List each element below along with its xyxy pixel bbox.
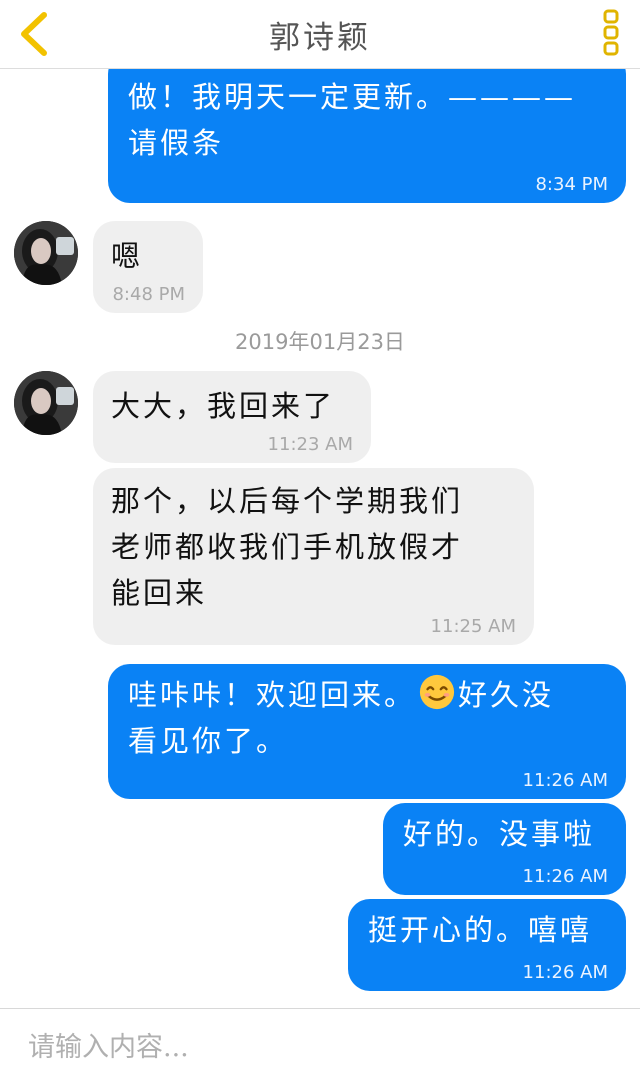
- message-input[interactable]: [28, 1027, 608, 1067]
- message-time: 11:26 AM: [522, 770, 608, 791]
- message-time: 11:23 AM: [267, 434, 353, 455]
- more-options-button[interactable]: [598, 8, 626, 58]
- message-time: 11:26 AM: [522, 962, 608, 983]
- message-time: 11:26 AM: [522, 866, 608, 887]
- contact-avatar[interactable]: [14, 371, 78, 435]
- message-text: 嗯: [111, 239, 144, 273]
- contact-avatar[interactable]: [14, 221, 78, 285]
- avatar-image: [14, 221, 78, 285]
- message-time: 8:34 PM: [535, 174, 608, 195]
- message-bubble-outgoing[interactable]: 做！我明天一定更新。———— 请假条 8:34 PM: [108, 52, 626, 203]
- message-time: 8:48 PM: [112, 284, 185, 305]
- message-bubble-outgoing[interactable]: 哇咔咔！欢迎回来。 好久没 看见你了。 11:26 AM: [108, 664, 626, 799]
- message-text: 好的。没事啦: [403, 817, 596, 851]
- message-input-bar: [0, 1008, 640, 1067]
- message-text: 哇咔咔！欢迎回来。 好久没 看见你了。: [128, 672, 606, 764]
- message-time: 11:25 AM: [430, 616, 516, 637]
- message-text: 那个，以后每个学期我们 老师都收我们手机放假才 能回来: [111, 484, 464, 610]
- message-text: 做！我明天一定更新。———— 请假条: [128, 80, 577, 160]
- chat-header: 郭诗颖: [0, 0, 640, 69]
- avatar-image: [14, 371, 78, 435]
- message-text: 挺开心的。嘻嘻: [368, 913, 593, 947]
- message-bubble-incoming[interactable]: 嗯 8:48 PM: [93, 221, 203, 313]
- smiling-face-emoji: [419, 674, 455, 710]
- more-vertical-icon: [603, 9, 619, 56]
- contact-name: 郭诗颖: [269, 20, 371, 56]
- message-bubble-incoming[interactable]: 那个，以后每个学期我们 老师都收我们手机放假才 能回来 11:25 AM: [93, 468, 534, 645]
- date-separator: 2019年01月23日: [235, 330, 405, 354]
- message-text: 大大，我回来了: [111, 389, 336, 423]
- message-bubble-outgoing[interactable]: 好的。没事啦 11:26 AM: [383, 803, 626, 895]
- message-bubble-outgoing[interactable]: 挺开心的。嘻嘻 11:26 AM: [348, 899, 626, 991]
- message-text-part: 哇咔咔！欢迎回来。: [128, 678, 417, 712]
- message-bubble-incoming[interactable]: 大大，我回来了 11:23 AM: [93, 371, 371, 463]
